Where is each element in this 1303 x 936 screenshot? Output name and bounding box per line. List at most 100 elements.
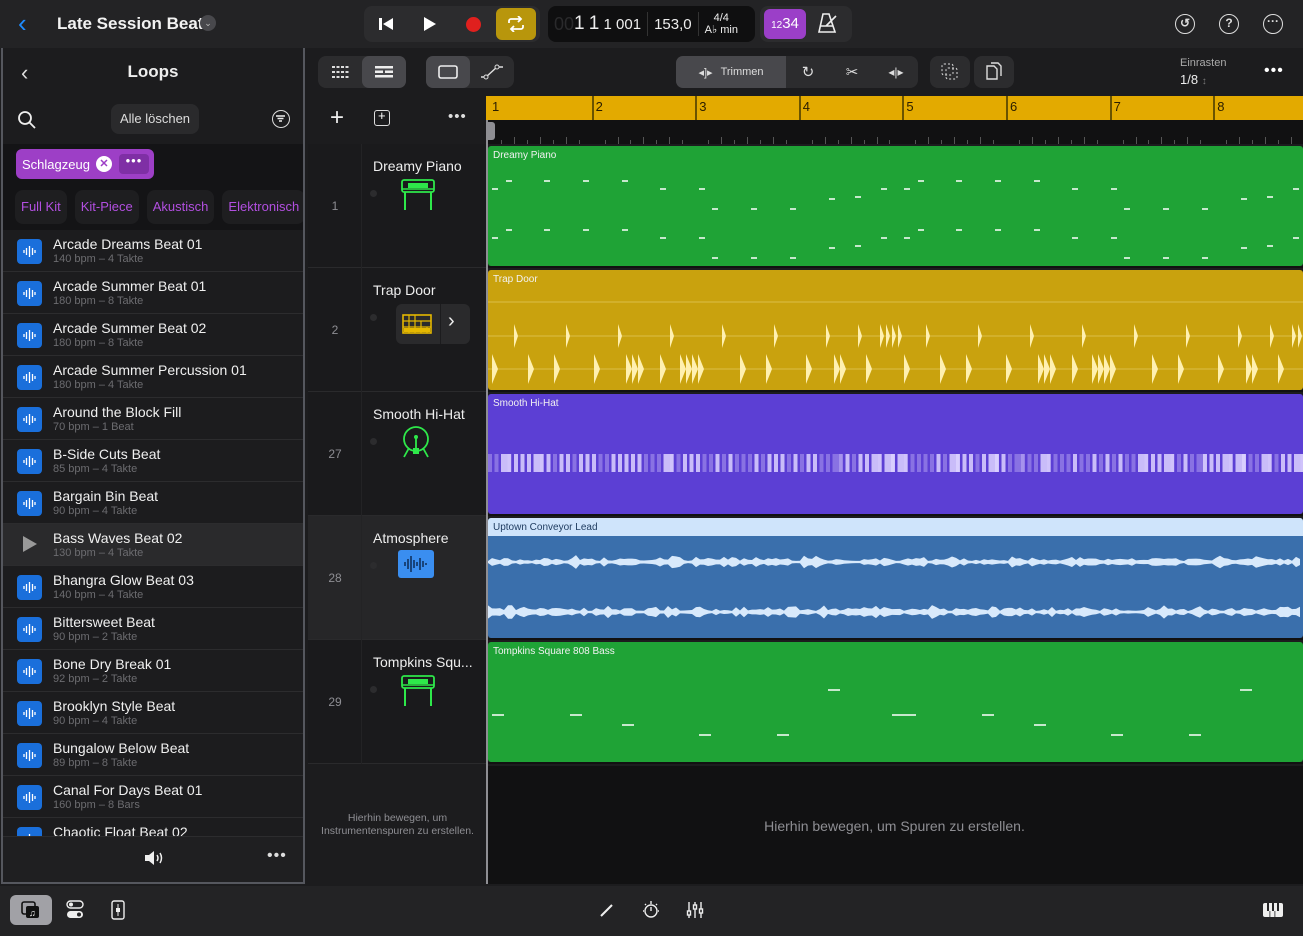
chip-full-kit[interactable]: Full Kit	[15, 190, 67, 224]
loop-list-item[interactable]: Arcade Summer Percussion 01 180 bpm – 4 T…	[3, 356, 303, 398]
region-select-button[interactable]	[426, 56, 470, 88]
pencil-button[interactable]	[590, 895, 624, 925]
waveform-icon[interactable]	[398, 550, 434, 583]
region[interactable]: Smooth Hi-Hat	[488, 394, 1303, 514]
rewind-button[interactable]	[366, 6, 406, 42]
track-header[interactable]: 29 Tompkins Squ...	[308, 640, 486, 764]
lcd-display[interactable]: 00 1 1 1 001 153,0 4/4 A♭ min	[548, 6, 755, 42]
track-regions-area[interactable]: Dreamy Piano Trap Door Smooth Hi-Hat Uptown…	[486, 144, 1303, 766]
chip-elektronisch[interactable]: Elektronisch	[222, 190, 303, 224]
loop-list-item[interactable]: Bargain Bin Beat 90 bpm – 4 Takte	[3, 482, 303, 524]
position-display[interactable]: 00 1 1 1 001	[548, 12, 647, 36]
track-name[interactable]: Tompkins Squ...	[373, 654, 473, 670]
clear-all-button[interactable]: Alle löschen	[111, 104, 199, 134]
inspector-button[interactable]	[101, 895, 135, 925]
ruler-tick	[1031, 137, 1033, 144]
playhead[interactable]	[486, 120, 488, 884]
loop-list-item[interactable]: Bungalow Below Beat 89 bpm – 8 Takte	[3, 734, 303, 776]
track-header[interactable]: 27 Smooth Hi-Hat	[308, 392, 486, 516]
undo-button[interactable]: ↺	[1175, 14, 1195, 34]
chip-akustisch[interactable]: Akustisch	[146, 190, 215, 224]
record-button[interactable]	[453, 6, 493, 42]
toolbar-more-button[interactable]: •••	[1264, 62, 1284, 80]
audio-loop-icon	[17, 407, 42, 432]
loop-meta: 70 bpm – 1 Beat	[53, 421, 134, 433]
back-button[interactable]: ‹	[18, 10, 27, 36]
signature-key-display[interactable]: 4/4 A♭ min	[699, 12, 744, 36]
duplicate-track-button[interactable]: +	[374, 108, 390, 126]
loop-list-item[interactable]: Around the Block Fill 70 bpm – 1 Beat	[3, 398, 303, 440]
chip-kit-piece[interactable]: Kit-Piece	[74, 190, 139, 224]
track-header-more-button[interactable]: •••	[448, 108, 467, 125]
tag-more-button[interactable]: •••	[118, 154, 149, 174]
automation-button[interactable]	[470, 56, 514, 88]
marquee-select-button[interactable]	[930, 56, 970, 88]
snap-value-selector[interactable]: 1/8 ↕	[1180, 72, 1207, 87]
track-name[interactable]: Smooth Hi-Hat	[373, 406, 465, 422]
count-in-button[interactable]: 1234	[764, 9, 806, 39]
remove-tag-icon[interactable]: ✕	[95, 156, 112, 172]
loop-list-item[interactable]: Brooklyn Style Beat 90 bpm – 4 Takte	[3, 692, 303, 734]
track-name[interactable]: Dreamy Piano	[373, 158, 462, 174]
keyboard-stand-icon[interactable]	[398, 674, 438, 713]
loop-browser-button[interactable]: ♫	[10, 895, 52, 925]
tempo-display[interactable]: 153,0	[648, 12, 698, 36]
controls-button[interactable]	[58, 895, 92, 925]
help-button[interactable]: ?	[1219, 14, 1239, 34]
region[interactable]: Uptown Conveyor Lead	[488, 518, 1303, 638]
track-number: 2	[331, 323, 339, 337]
loop-list-item[interactable]: Arcade Summer Beat 02 180 bpm – 8 Takte	[3, 314, 303, 356]
track-name[interactable]: Trap Door	[373, 282, 436, 298]
trim-tool-button[interactable]: ◂]▸ Trimmen	[676, 56, 786, 88]
filter-button[interactable]	[272, 110, 290, 128]
bar-number: 6	[1010, 99, 1018, 114]
loop-list[interactable]: Arcade Dreams Beat 01 140 bpm – 4 Takte Ar…	[3, 230, 303, 836]
add-track-button[interactable]: +	[330, 104, 344, 132]
ruler-bar-numbers[interactable]: 1 2 3 4 5 6 7 8	[486, 96, 1303, 144]
loop-list-item[interactable]: Bittersweet Beat 90 bpm – 2 Takte	[3, 608, 303, 650]
split-tool-button[interactable]: ✂	[830, 56, 874, 88]
chevron-right-icon[interactable]: ›	[448, 310, 455, 333]
loop-list-item[interactable]: Bone Dry Break 01 92 bpm – 2 Takte	[3, 650, 303, 692]
loop-list-item[interactable]: Arcade Dreams Beat 01 140 bpm – 4 Takte	[3, 230, 303, 272]
keyboard-button[interactable]	[1256, 895, 1290, 925]
loop-list-item[interactable]: Arcade Summer Beat 01 180 bpm – 8 Takte	[3, 272, 303, 314]
play-preview-icon[interactable]	[23, 536, 37, 552]
region[interactable]: Trap Door	[488, 270, 1303, 390]
track-header[interactable]: 28 Atmosphere	[308, 516, 486, 640]
loop-list-item[interactable]: Bass Waves Beat 02 130 bpm – 4 Takte	[3, 524, 303, 566]
track-header[interactable]: 1 Dreamy Piano	[308, 144, 486, 268]
copy-button[interactable]	[974, 56, 1014, 88]
loop-list-item[interactable]: B-Side Cuts Beat 85 bpm – 4 Takte	[3, 440, 303, 482]
chevron-down-icon[interactable]: ⌄	[200, 15, 216, 31]
play-button[interactable]	[410, 6, 450, 42]
loop-list-item[interactable]: Bhangra Glow Beat 03 140 bpm – 4 Takte	[3, 566, 303, 608]
search-button[interactable]	[17, 110, 37, 130]
loop-tool-button[interactable]: ↻	[786, 56, 830, 88]
automation-view-button[interactable]	[634, 895, 668, 925]
live-loops-grid-button[interactable]	[318, 56, 362, 88]
library-more-button[interactable]: •••	[267, 847, 287, 865]
drum-kit-icon[interactable]	[400, 426, 432, 465]
region[interactable]: Tompkins Square 808 Bass	[488, 642, 1303, 762]
mixer-button[interactable]	[678, 895, 712, 925]
tracks-view-button[interactable]	[362, 56, 406, 88]
region[interactable]: Dreamy Piano	[488, 146, 1303, 266]
metronome-button[interactable]	[816, 12, 844, 36]
split-at-playhead-button[interactable]: ◂|▸	[874, 56, 918, 88]
ruler-ticks[interactable]	[486, 120, 1303, 144]
grid-icon	[332, 66, 349, 78]
track-name[interactable]: Atmosphere	[373, 530, 448, 546]
loop-list-item[interactable]: Canal For Days Beat 01 160 bpm – 8 Bars	[3, 776, 303, 818]
more-button[interactable]: ···	[1263, 14, 1283, 34]
cycle-button[interactable]	[496, 8, 536, 40]
track-status-dot	[370, 314, 377, 321]
keyboard-stand-icon[interactable]	[398, 178, 438, 217]
loop-list-item[interactable]: Chaotic Float Beat 02	[3, 818, 303, 836]
snap-value: 1/8	[1180, 72, 1199, 87]
preview-volume-button[interactable]	[143, 849, 167, 872]
tag-schlagzeug[interactable]: Schlagzeug ✕ •••	[16, 149, 154, 179]
key-signature: A♭ min	[704, 24, 738, 36]
track-header[interactable]: 2 Trap Door ›	[308, 268, 486, 392]
project-title[interactable]: Late Session Beat	[57, 14, 203, 34]
